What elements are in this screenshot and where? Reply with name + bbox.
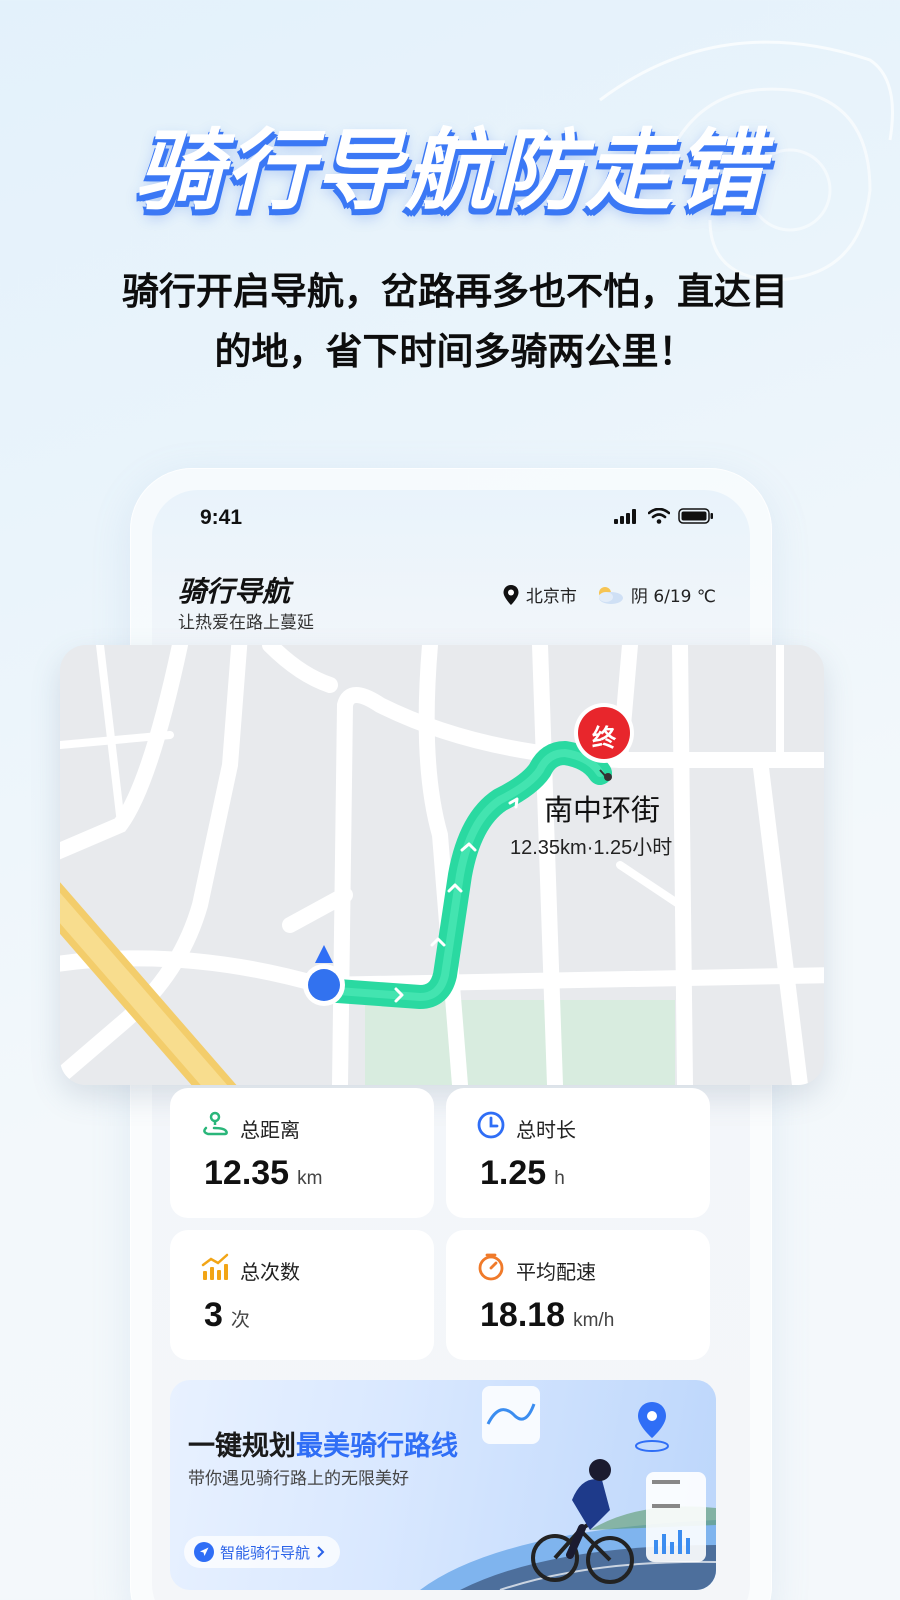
stat-unit: km/h bbox=[573, 1310, 615, 1331]
stat-value: 1.25 h bbox=[480, 1154, 565, 1193]
app-slogan: 让热爱在路上蔓延 bbox=[178, 613, 314, 633]
stat-card-pace: 平均配速 18.18 km/h bbox=[446, 1230, 710, 1360]
banner-title-prefix: 一键规划 bbox=[188, 1431, 296, 1462]
promo-subline-line-2: 的地，省下时间多骑两公里！ bbox=[214, 330, 696, 373]
stat-value: 18.18 km/h bbox=[480, 1296, 614, 1335]
signal-icon bbox=[614, 509, 636, 524]
chevron-right-icon bbox=[317, 1546, 325, 1558]
map-canvas bbox=[60, 645, 824, 1085]
stat-number: 12.35 bbox=[204, 1154, 290, 1192]
route-icon bbox=[203, 1111, 228, 1136]
city-name: 北京市 bbox=[525, 587, 577, 607]
status-icons bbox=[614, 508, 714, 524]
banner-title-highlight: 最美骑行路线 bbox=[296, 1431, 458, 1462]
stat-card-duration: 总时长 1.25 h bbox=[446, 1088, 710, 1218]
destination-marker-label: 终 bbox=[592, 724, 616, 752]
status-time: 9:41 bbox=[200, 506, 243, 529]
stat-label: 总时长 bbox=[516, 1118, 576, 1142]
smart-navigation-label: 智能骑行导航 bbox=[220, 1543, 311, 1562]
promo-headline: 骑行导航防走错 bbox=[134, 119, 765, 222]
stat-label: 总距离 bbox=[240, 1118, 300, 1142]
promo-subline: 骑行开启导航，岔路再多也不怕，直达目 的地，省下时间多骑两公里！ bbox=[60, 262, 850, 382]
stat-card-distance: 总距离 12.35 km bbox=[170, 1088, 434, 1218]
smart-navigation-button[interactable]: 智能骑行导航 bbox=[184, 1536, 341, 1568]
cloudy-weather-icon bbox=[598, 586, 623, 604]
weather-text: 阴 6/19 ℃ bbox=[630, 587, 716, 607]
destination-name: 南中环街 bbox=[544, 793, 661, 827]
stat-value: 3次 bbox=[204, 1296, 250, 1335]
clock-icon bbox=[477, 1111, 505, 1139]
stat-number: 18.18 bbox=[480, 1296, 566, 1334]
route-map[interactable]: 终 南中环街 12.35km·1.25小时 bbox=[60, 645, 824, 1085]
location-pin-icon bbox=[503, 584, 519, 605]
wifi-icon bbox=[648, 508, 670, 524]
stat-label: 总次数 bbox=[240, 1260, 300, 1284]
stat-card-count: 总次数 3次 bbox=[170, 1230, 434, 1360]
battery-icon bbox=[678, 508, 713, 524]
stat-number: 1.25 bbox=[480, 1154, 547, 1192]
banner-title: 一键规划最美骑行路线 bbox=[188, 1424, 458, 1463]
chart-icon bbox=[201, 1253, 229, 1280]
stat-value: 12.35 km bbox=[204, 1154, 322, 1193]
stat-unit: 次 bbox=[230, 1310, 250, 1331]
app-title: 骑行导航 bbox=[178, 575, 291, 608]
park-area bbox=[365, 1000, 675, 1085]
status-bar: 9:41 bbox=[152, 490, 750, 548]
promo-subline-line-1: 骑行开启导航，岔路再多也不怕，直达目 bbox=[122, 270, 788, 313]
navigation-arrow-icon bbox=[194, 1542, 214, 1562]
stat-unit: km bbox=[297, 1168, 323, 1189]
promo-banner[interactable]: 一键规划最美骑行路线 带你遇见骑行路上的无限美好 智能骑行导航 bbox=[170, 1380, 716, 1590]
timer-icon bbox=[478, 1253, 504, 1281]
stat-label: 平均配速 bbox=[516, 1260, 596, 1284]
stat-unit: h bbox=[554, 1168, 565, 1189]
location-weather[interactable]: 北京市 阴 6/19 ℃ bbox=[502, 582, 716, 607]
route-summary: 12.35km·1.25小时 bbox=[510, 837, 673, 859]
stat-number: 3 bbox=[204, 1296, 223, 1334]
banner-subtitle: 带你遇见骑行路上的无限美好 bbox=[188, 1469, 409, 1489]
